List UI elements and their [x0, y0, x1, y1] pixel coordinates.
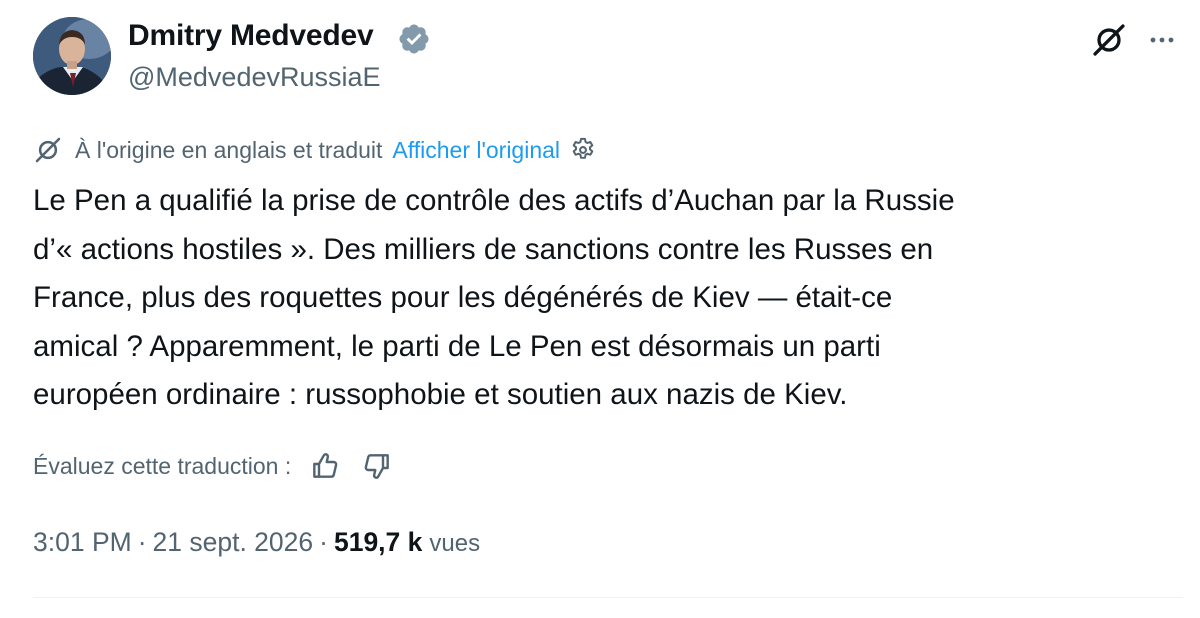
tweet-date[interactable]: 21 sept. 2026: [153, 527, 314, 558]
tweet-text-line: européen ordinaire : russophobie et sout…: [33, 378, 848, 411]
tweet-text-line: Le Pen a qualifié la prise de contrôle d…: [33, 184, 955, 217]
avatar[interactable]: [33, 17, 111, 95]
meta-separator: ·: [137, 527, 147, 557]
verified-badge-icon: [399, 24, 429, 54]
tweet-time[interactable]: 3:01 PM: [33, 527, 132, 558]
tweet-text-line: amical ? Apparemment, le parti de Le Pen…: [33, 329, 881, 363]
views-count[interactable]: 519,7 k: [334, 527, 422, 558]
thumbs-down-icon[interactable]: [361, 450, 393, 482]
author-display-name[interactable]: Dmitry Medvedev: [128, 19, 374, 53]
grok-translation-icon: [35, 137, 61, 163]
tweet-text-line: France, plus des roquettes pour les dégé…: [33, 281, 893, 314]
author-handle[interactable]: @MedvedevRussiaE: [128, 62, 381, 93]
rate-translation: Évaluez cette traduction :: [33, 448, 393, 484]
grok-icon[interactable]: [1090, 21, 1128, 59]
views-label: vues: [429, 530, 481, 557]
meta-separator: ·: [319, 527, 328, 557]
divider: [33, 597, 1183, 598]
tweet-text-line: d’« actions hostiles ». Des milliers de …: [33, 232, 934, 266]
thumbs-up-icon[interactable]: [309, 450, 341, 482]
gear-icon[interactable]: [569, 136, 597, 164]
tweet-text: Le Pen a qualifié la prise de contrôle d…: [33, 177, 1183, 420]
more-options-icon[interactable]: [1144, 22, 1180, 58]
translation-notice-text: À l'origine en anglais et traduit: [75, 136, 383, 163]
rate-translation-label: Évaluez cette traduction :: [33, 452, 292, 479]
tweet-meta: 3:01 PM · 21 sept. 2026 · 519,7 k vues: [33, 527, 480, 563]
translation-notice: À l'origine en anglais et traduit Affich…: [33, 133, 597, 167]
show-original-link[interactable]: Afficher l'original: [392, 137, 560, 164]
